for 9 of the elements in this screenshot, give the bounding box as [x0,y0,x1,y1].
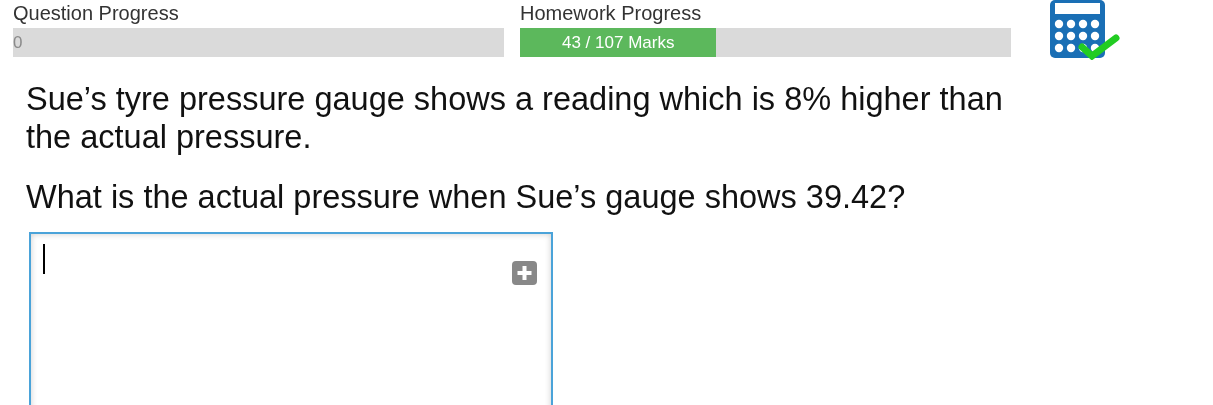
progress-label: Homework Progress [520,1,703,26]
calculator-check-icon[interactable] [1048,0,1121,60]
answer-box[interactable] [29,232,553,405]
plus-icon[interactable] [512,261,537,285]
question-text: What is the actual pressure when Sue’s gauge shows 39.42? [26,178,907,216]
question-text: Sue’s tyre pressure gauge shows a reading which is 8% higher than the actual pressure. [26,80,1004,156]
progress-label: Question Progress [13,1,180,26]
progress-text: 43 / 107 Marks [560,32,676,54]
text-cursor [43,244,45,274]
